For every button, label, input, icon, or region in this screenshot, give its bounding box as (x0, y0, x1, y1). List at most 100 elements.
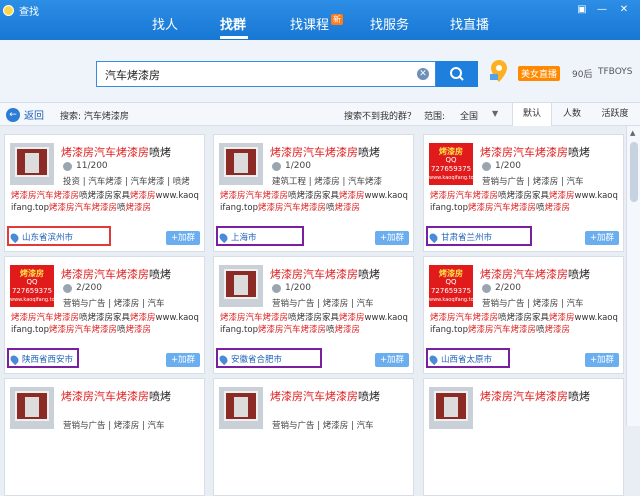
desc-highlight: 烤漆房汽车烤漆房 (467, 325, 536, 335)
tab-find-course[interactable]: 找课程新 (290, 14, 344, 33)
member-count-text: 1/200 (495, 161, 521, 171)
tab-find-people[interactable]: 找人 (152, 14, 178, 33)
not-found-link[interactable]: 搜索不到我的群？ (344, 109, 416, 122)
desc-highlight: 烤漆房 (334, 203, 361, 213)
back-button[interactable]: ← 返回 (6, 107, 44, 122)
location-text: 山东省滨州市 (22, 233, 74, 243)
group-title[interactable]: 烤漆房汽车烤漆房喷烤 (270, 388, 380, 404)
group-card[interactable]: 烤漆房 QQ 727659375 www.kaoqifang.top 烤漆房汽车… (423, 134, 624, 252)
group-avatar-photo (10, 143, 54, 185)
search-summary: 搜索: 汽车烤漆房 (60, 112, 129, 122)
people-icon (63, 283, 72, 293)
live-badge[interactable]: 美女直播 (518, 66, 561, 81)
sort-activity-tab[interactable]: 活跃度 (592, 103, 638, 126)
group-avatar[interactable]: 烤漆房 QQ 727659375 www.kaoqifang.top (10, 265, 54, 307)
group-avatar-red: 烤漆房 QQ 727659375 www.kaoqifang.top (429, 265, 473, 307)
group-tags: 建筑工程 | 烤漆房 | 汽车烤漆 (272, 177, 383, 187)
group-card[interactable]: 烤漆房汽车烤漆房喷烤 营销与广告 | 烤漆房 | 汽车 (4, 378, 205, 496)
clear-icon[interactable]: ✕ (417, 68, 429, 80)
join-group-button[interactable]: +加群 (166, 353, 200, 367)
tab-find-service[interactable]: 找服务 (370, 14, 409, 33)
group-title[interactable]: 烤漆房汽车烤漆房喷烤 (480, 144, 590, 160)
group-title[interactable]: 烤漆房汽车烤漆房喷烤 (61, 144, 171, 160)
group-tags: 投资 | 汽车烤漆 | 汽车烤漆 | 喷烤 (63, 177, 190, 187)
desc-highlight: 烤漆房汽车烤漆房 (11, 313, 80, 323)
desc-text: 喷烤漆房家具 (79, 191, 131, 201)
desc-highlight: 烤漆房 (334, 325, 361, 335)
sort-default-tab[interactable]: 默认 (512, 103, 552, 126)
group-avatar[interactable] (219, 265, 263, 307)
group-title[interactable]: 烤漆房汽车烤漆房喷烤 (270, 144, 380, 160)
group-avatar[interactable] (10, 387, 54, 429)
member-count: 1/200 (272, 161, 311, 171)
scroll-thumb[interactable] (630, 142, 638, 202)
join-group-button[interactable]: +加群 (585, 353, 619, 367)
avatar-text: 烤漆房 (439, 269, 463, 278)
avatar-text: www.kaoqifang.top (429, 297, 473, 303)
group-card[interactable]: 烤漆房汽车烤漆房喷烤 1/200 营销与广告 | 烤漆房 | 汽车 烤漆房汽车烤漆房喷… (213, 256, 414, 374)
join-group-button[interactable]: +加群 (585, 231, 619, 245)
group-title[interactable]: 烤漆房汽车烤漆房喷烤 (480, 266, 590, 282)
group-avatar[interactable]: 烤漆房 QQ 727659375 www.kaoqifang.top (429, 265, 473, 307)
sort-members-tab[interactable]: 人数 (552, 103, 592, 126)
location-icon[interactable] (490, 59, 508, 83)
scope-select[interactable]: 全国 (460, 109, 478, 122)
group-avatar[interactable] (429, 387, 473, 429)
skin-icon[interactable]: ▣ (576, 4, 588, 16)
group-title[interactable]: 烤漆房汽车烤漆房喷烤 (61, 388, 171, 404)
desc-highlight: 烤漆房 (549, 191, 575, 201)
user-name[interactable]: TFBOYS (598, 67, 633, 77)
group-avatar[interactable] (219, 143, 263, 185)
group-card[interactable]: 烤漆房汽车烤漆房喷烤 11/200 投资 | 汽车烤漆 | 汽车烤漆 | 喷烤 烤漆房… (4, 134, 205, 252)
member-count: 2/200 (63, 283, 102, 293)
desc-text: 喷 (536, 203, 545, 213)
member-count-text: 2/200 (76, 283, 102, 293)
group-card[interactable]: 烤漆房汽车烤漆房喷烤 营销与广告 | 烤漆房 | 汽车 (213, 378, 414, 496)
location-text: 上海市 (231, 233, 257, 243)
group-description: 烤漆房汽车烤漆房喷烤漆房家具烤漆房www.kaoqifang.top烤漆房汽车烤… (11, 190, 201, 226)
close-icon[interactable]: ✕ (618, 4, 630, 16)
desc-text: 喷烤漆房家具 (79, 313, 131, 323)
group-avatar[interactable] (219, 387, 263, 429)
join-group-button[interactable]: +加群 (166, 231, 200, 245)
scroll-up-icon[interactable]: ▲ (630, 129, 635, 137)
member-count-text: 2/200 (495, 283, 521, 293)
join-group-button[interactable]: +加群 (375, 231, 409, 245)
group-card[interactable]: 烤漆房 QQ 727659375 www.kaoqifang.top 烤漆房汽车… (423, 256, 624, 374)
group-title[interactable]: 烤漆房汽车烤漆房喷烤 (61, 266, 171, 282)
group-description: 烤漆房汽车烤漆房喷烤漆房家具烤漆房www.kaoqifang.top烤漆房汽车烤… (430, 312, 620, 348)
group-avatar[interactable]: 烤漆房 QQ 727659375 www.kaoqifang.top (429, 143, 473, 185)
group-avatar-photo (219, 143, 263, 185)
desc-highlight: 烤漆房汽车烤漆房 (220, 313, 289, 323)
scrollbar[interactable]: ▲ (626, 126, 640, 426)
group-card[interactable]: 烤漆房 QQ 727659375 www.kaoqifang.top 烤漆房汽车… (4, 256, 205, 374)
minimize-icon[interactable]: — (596, 4, 608, 16)
pin-icon (427, 353, 440, 365)
search-zone: 汽车烤漆房 ✕ 美女直播 90后 TFBOYS (0, 40, 640, 102)
search-query: 汽车烤漆房 (105, 69, 160, 82)
tab-find-live[interactable]: 找直播 (450, 14, 489, 33)
desc-text: 喷烤漆房家具 (288, 191, 340, 201)
main-nav: 找人 找群 找课程新 找服务 找直播 (0, 0, 640, 40)
chevron-down-icon[interactable]: ▼ (492, 109, 498, 118)
join-group-button[interactable]: +加群 (375, 353, 409, 367)
group-title[interactable]: 烤漆房汽车烤漆房喷烤 (480, 388, 590, 404)
group-card[interactable]: 烤漆房汽车烤漆房喷烤 1/200 建筑工程 | 烤漆房 | 汽车烤漆烤漆房汽车烤漆房… (213, 134, 414, 252)
desc-text: 喷 (117, 203, 126, 213)
group-location: 上海市 (217, 231, 257, 243)
age-filter[interactable]: 90后 (572, 67, 592, 80)
group-title[interactable]: 烤漆房汽车烤漆房喷烤 (270, 266, 380, 282)
search-button[interactable] (436, 61, 478, 87)
people-icon (272, 283, 281, 293)
group-card[interactable]: 烤漆房汽车烤漆房喷烤 (423, 378, 624, 496)
tab-find-group[interactable]: 找群 (220, 14, 246, 33)
title-rest: 喷烤 (358, 268, 380, 281)
desc-highlight: 烤漆房汽车烤漆房 (220, 191, 289, 201)
search-input[interactable]: 汽车烤漆房 ✕ (96, 61, 436, 87)
group-avatar[interactable] (10, 143, 54, 185)
desc-text: 喷 (326, 325, 335, 335)
group-avatar-red: 烤漆房 QQ 727659375 www.kaoqifang.top (10, 265, 54, 307)
location-text: 山西省太原市 (441, 355, 493, 365)
group-tags: 营销与广告 | 烤漆房 | 汽车 (63, 299, 165, 309)
desc-text: 喷 (536, 325, 545, 335)
